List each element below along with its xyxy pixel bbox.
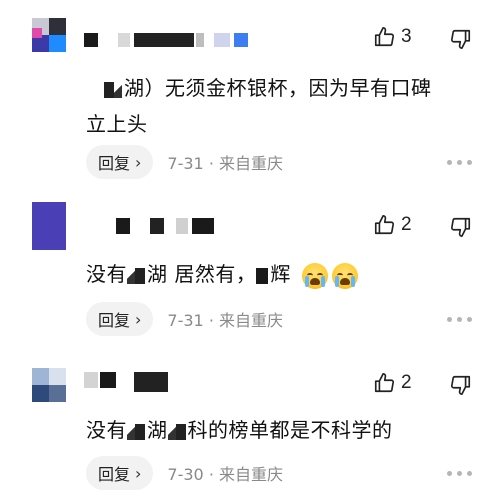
chevron-right-icon: › <box>135 309 142 329</box>
username-censored[interactable] <box>116 216 226 236</box>
like-count: 2 <box>401 214 412 235</box>
thumbs-up-icon <box>374 27 394 47</box>
like-count: 3 <box>401 26 412 47</box>
censor-mark <box>114 81 122 98</box>
chevron-right-icon: › <box>135 152 142 172</box>
comment-meta: 回复 › 7-30 · 来自重庆 <box>86 456 283 490</box>
thumbs-down-icon <box>451 375 471 395</box>
like-button[interactable]: 2 <box>373 372 412 394</box>
censor-mark <box>135 267 145 284</box>
like-button[interactable]: 2 <box>373 214 412 236</box>
crying-emoji-icon <box>301 262 328 289</box>
censor-mark <box>256 267 269 284</box>
thumbs-up-icon <box>374 373 394 393</box>
more-options-button[interactable] <box>447 160 472 165</box>
comment-item: 3 湖）无须金杯银杯，因为早有口碑 立上头 回复 › 7-31 · 来自重庆 <box>0 0 500 190</box>
censor-mark <box>127 267 135 284</box>
comment-date-location: 7-31 · 来自重庆 <box>167 154 284 173</box>
censor-mark <box>104 81 114 98</box>
comment-meta: 回复 › 7-31 · 来自重庆 <box>86 302 283 336</box>
comment-item: 2 没有湖 居然有，辉 回复 › 7-31 · 来自重庆 <box>0 190 500 350</box>
comment-text: 湖）无须金杯银杯，因为早有口碑 立上头 <box>86 76 432 136</box>
comment-item: 2 没有湖科的榜单都是不科学的 回复 › 7-30 · 来自重庆 <box>0 350 500 504</box>
comment-date-location: 7-31 · 来自重庆 <box>167 311 284 330</box>
username-censored[interactable] <box>84 368 174 394</box>
comment-text: 没有湖 居然有，辉 <box>86 256 358 292</box>
thumbs-up-icon <box>374 215 394 235</box>
chevron-right-icon: › <box>135 463 142 483</box>
comment-text: 没有湖科的榜单都是不科学的 <box>86 418 393 442</box>
censor-mark <box>135 423 145 440</box>
crying-emoji-icon <box>331 262 358 289</box>
like-button[interactable]: 3 <box>373 26 412 48</box>
dislike-button[interactable] <box>450 28 472 54</box>
thumbs-down-icon <box>451 29 471 49</box>
reply-button[interactable]: 回复 › <box>86 145 154 179</box>
avatar[interactable] <box>32 202 66 250</box>
avatar[interactable] <box>32 18 66 52</box>
username-censored[interactable] <box>84 30 254 50</box>
avatar[interactable] <box>32 368 66 402</box>
censor-mark <box>127 423 135 440</box>
like-count: 2 <box>401 372 412 393</box>
censor-mark <box>167 423 176 440</box>
more-options-button[interactable] <box>447 471 472 476</box>
dislike-button[interactable] <box>450 216 472 242</box>
comment-date-location: 7-30 · 来自重庆 <box>167 465 284 484</box>
censor-mark <box>175 423 186 440</box>
thumbs-down-icon <box>451 217 471 237</box>
reply-button[interactable]: 回复 › <box>86 456 154 490</box>
dislike-button[interactable] <box>450 374 472 400</box>
comment-meta: 回复 › 7-31 · 来自重庆 <box>86 145 283 179</box>
reply-button[interactable]: 回复 › <box>86 302 154 336</box>
more-options-button[interactable] <box>447 317 472 322</box>
